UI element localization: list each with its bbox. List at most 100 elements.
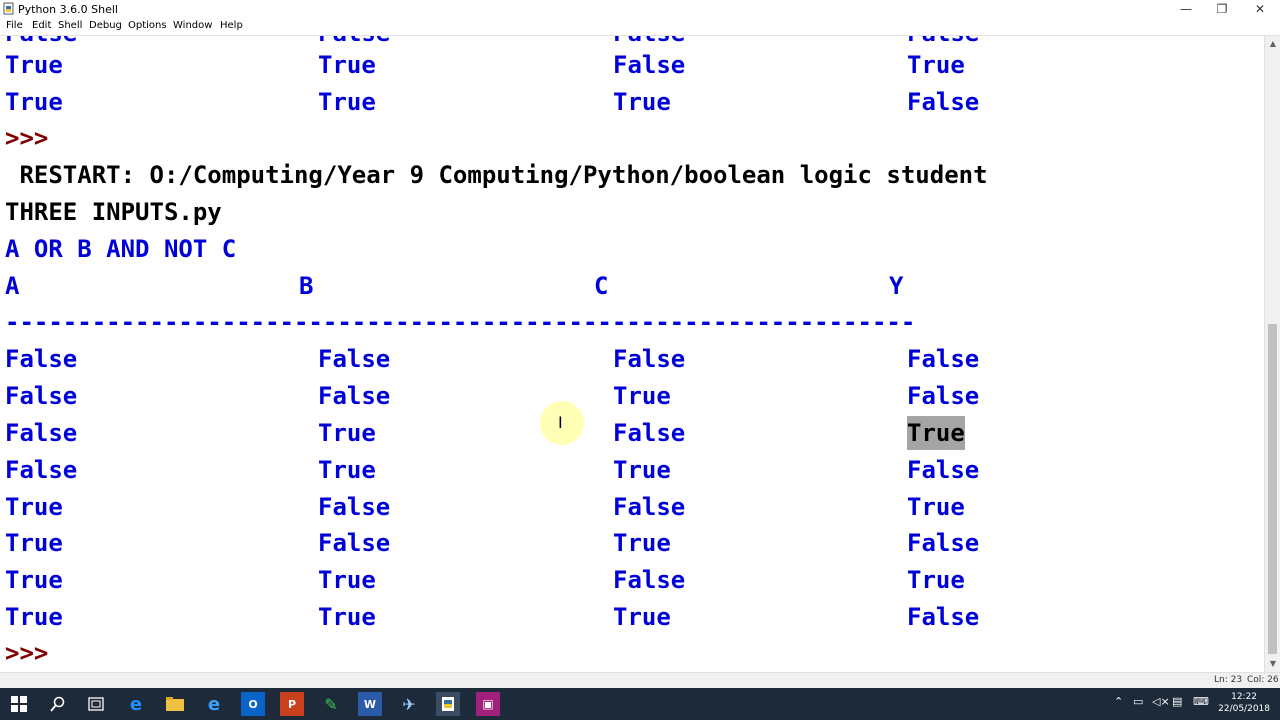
maximize-button[interactable]: ❐: [1204, 0, 1240, 18]
volume-muted-icon[interactable]: ◁×: [1152, 695, 1170, 708]
table-cell: False: [907, 529, 980, 557]
table-cell: True: [5, 493, 63, 521]
task-view-icon[interactable]: [84, 692, 108, 716]
table-cell: False: [907, 382, 980, 410]
table-header-row: A B C Y: [5, 269, 903, 303]
menu-edit[interactable]: Edit: [32, 20, 51, 31]
scrollbar-thumb[interactable]: [1268, 324, 1277, 654]
table-row: True True True False: [5, 85, 979, 119]
table-cell: False: [907, 88, 980, 116]
table-cell: True: [5, 529, 63, 557]
table-row: False True False True: [5, 416, 965, 450]
table-cell: False: [613, 493, 686, 521]
table-row: True True False True: [5, 48, 965, 82]
table-cell: False: [318, 493, 391, 521]
menu-options[interactable]: Options: [128, 20, 167, 31]
table-cell: True: [613, 456, 671, 484]
table-cell: True: [613, 529, 671, 557]
menu-file[interactable]: File: [6, 20, 23, 31]
table-cell: False: [5, 382, 78, 410]
powerpoint-icon[interactable]: P: [280, 692, 304, 716]
table-cell: True: [318, 456, 376, 484]
windows-start-icon[interactable]: [7, 692, 31, 716]
table-cell: True: [5, 88, 63, 116]
close-button[interactable]: ✕: [1242, 0, 1278, 18]
table-cell: False: [5, 456, 78, 484]
table-cell: True: [907, 51, 965, 79]
scroll-up-icon[interactable]: ▲: [1265, 36, 1280, 52]
taskbar: e e O P ✎ W ✈ ▣ ⌃ ▭ ◁× ▤ ⌨ 12:22 22/05/2…: [0, 688, 1280, 720]
word-icon[interactable]: W: [358, 692, 382, 716]
python-idle-taskbar-icon[interactable]: [436, 692, 460, 716]
table-cell: False: [318, 345, 391, 373]
scroll-down-icon[interactable]: ▼: [1265, 656, 1280, 672]
table-cell: True: [318, 88, 376, 116]
internet-explorer-icon[interactable]: e: [202, 692, 226, 716]
keyboard-icon[interactable]: ⌨: [1193, 695, 1209, 708]
table-cell: True: [318, 566, 376, 594]
clock-time: 12:22: [1231, 692, 1258, 702]
table-row: False False True False: [5, 379, 979, 413]
table-cell: True: [318, 603, 376, 631]
scratch-app-icon[interactable]: ✎: [319, 692, 343, 716]
tray-chevron-up-icon[interactable]: ⌃: [1114, 695, 1123, 708]
menu-help[interactable]: Help: [220, 20, 243, 31]
network-icon[interactable]: ▭: [1133, 695, 1143, 708]
table-cell: True: [613, 382, 671, 410]
outlook-icon[interactable]: O: [241, 692, 265, 716]
table-cell: True: [613, 88, 671, 116]
menu-debug[interactable]: Debug: [89, 20, 122, 31]
table-cell: True: [907, 566, 965, 594]
restart-banner-line2: THREE INPUTS.py: [5, 198, 222, 226]
table-row: True True True False: [5, 600, 979, 634]
screen-recorder-icon[interactable]: ▣: [476, 692, 500, 716]
menu-window[interactable]: Window: [173, 20, 212, 31]
table-cell: True: [5, 51, 63, 79]
column-header: A: [5, 272, 20, 300]
menu-shell[interactable]: Shell: [58, 20, 82, 31]
system-clock[interactable]: 12:22 22/05/2018: [1218, 691, 1270, 715]
column-header: B: [299, 272, 314, 300]
shell-prompt: >>>: [5, 124, 49, 152]
edge-browser-icon[interactable]: e: [124, 692, 148, 716]
shell-prompt-current[interactable]: >>>: [5, 636, 48, 670]
status-bar: Ln: 23 Col: 26: [0, 672, 1280, 689]
whiteboard-app-icon[interactable]: ✈: [397, 692, 421, 716]
window-title: Python 3.6.0 Shell: [18, 3, 118, 16]
table-cell: False: [5, 419, 78, 447]
expression-line: A OR B AND NOT C: [5, 235, 237, 263]
table-cell: False: [613, 419, 686, 447]
table-cell: True: [5, 566, 63, 594]
table-cell: False: [5, 345, 78, 373]
table-row: True False False True: [5, 490, 965, 524]
column-header: Y: [889, 272, 904, 300]
vertical-scrollbar[interactable]: ▲ ▼: [1264, 36, 1280, 672]
python-idle-icon: [3, 2, 14, 15]
shell-text-area[interactable]: False False False False True True False …: [0, 36, 1264, 672]
table-cell: True: [613, 603, 671, 631]
file-explorer-icon[interactable]: [163, 692, 187, 716]
search-icon[interactable]: [46, 692, 70, 716]
table-cell: False: [907, 456, 980, 484]
ibeam-cursor-icon: I: [558, 413, 563, 432]
table-row: False True True False: [5, 453, 979, 487]
column-number: Col: 26: [1247, 675, 1279, 685]
table-cell: True: [318, 51, 376, 79]
minimize-button[interactable]: —: [1168, 0, 1204, 18]
table-cell: False: [318, 529, 391, 557]
table-row: True False True False: [5, 526, 979, 560]
notifications-icon[interactable]: ▤: [1172, 695, 1182, 708]
restart-banner-line1: RESTART: O:/Computing/Year 9 Computing/P…: [5, 161, 988, 189]
table-cell: False: [907, 345, 980, 373]
table-row: True True False True: [5, 563, 965, 597]
menu-bar: File Edit Shell Debug Options Window Hel…: [0, 18, 1280, 36]
table-cell: False: [613, 566, 686, 594]
table-cell: True: [5, 603, 63, 631]
table-cell: False: [613, 345, 686, 373]
selected-text[interactable]: True: [907, 416, 965, 450]
table-cell: False: [907, 603, 980, 631]
table-row: False False False False: [5, 342, 979, 376]
table-cell: False: [613, 51, 686, 79]
title-bar: Python 3.6.0 Shell — ❐ ✕: [0, 0, 1280, 18]
clock-date: 22/05/2018: [1218, 704, 1270, 714]
